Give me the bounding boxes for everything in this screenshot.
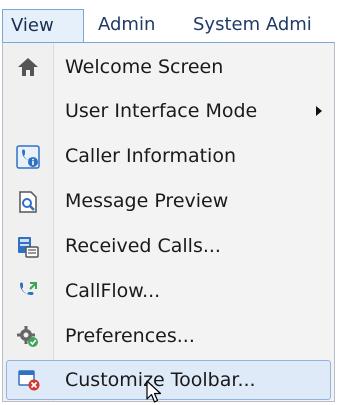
menu-item-preferences[interactable]: Preferences... <box>3 316 334 357</box>
caller-info-icon <box>16 145 40 169</box>
menu-item-label: Received Calls... <box>65 235 221 257</box>
menu-system-admin[interactable]: System Admi <box>193 10 312 40</box>
menu-view[interactable]: View <box>2 9 84 42</box>
menu-item-label: Caller Information <box>65 145 236 167</box>
menu-item-message-preview[interactable]: Message Preview <box>3 181 334 222</box>
message-preview-icon <box>19 191 37 213</box>
menu-item-label: Preferences... <box>65 325 195 347</box>
menu-item-customize-toolbar[interactable]: Customize Toolbar... <box>6 360 331 400</box>
received-calls-icon <box>18 237 39 258</box>
home-pin-icon <box>18 58 38 76</box>
menu-admin[interactable]: Admin <box>98 10 155 40</box>
menu-item-label: Welcome Screen <box>65 56 224 78</box>
view-dropdown-menu: Welcome Screen User Interface Mode Calle… <box>2 42 335 402</box>
menu-item-callflow[interactable]: CallFlow... <box>3 271 334 312</box>
menu-item-received-calls[interactable]: Received Calls... <box>3 226 334 267</box>
menu-item-welcome-screen[interactable]: Welcome Screen <box>3 47 334 88</box>
submenu-arrow-icon <box>316 106 322 116</box>
menu-item-label: CallFlow... <box>65 280 161 302</box>
mouse-cursor-icon <box>146 380 162 403</box>
menu-item-caller-information[interactable]: Caller Information <box>3 136 334 177</box>
menu-item-user-interface-mode[interactable]: User Interface Mode <box>3 91 334 132</box>
menu-item-label: Message Preview <box>65 190 229 212</box>
menu-bar: View Admin System Admi <box>0 0 339 44</box>
callflow-icon <box>20 282 37 295</box>
preferences-icon <box>17 326 38 347</box>
menu-item-label: User Interface Mode <box>65 100 258 122</box>
customize-toolbar-icon <box>18 370 40 391</box>
